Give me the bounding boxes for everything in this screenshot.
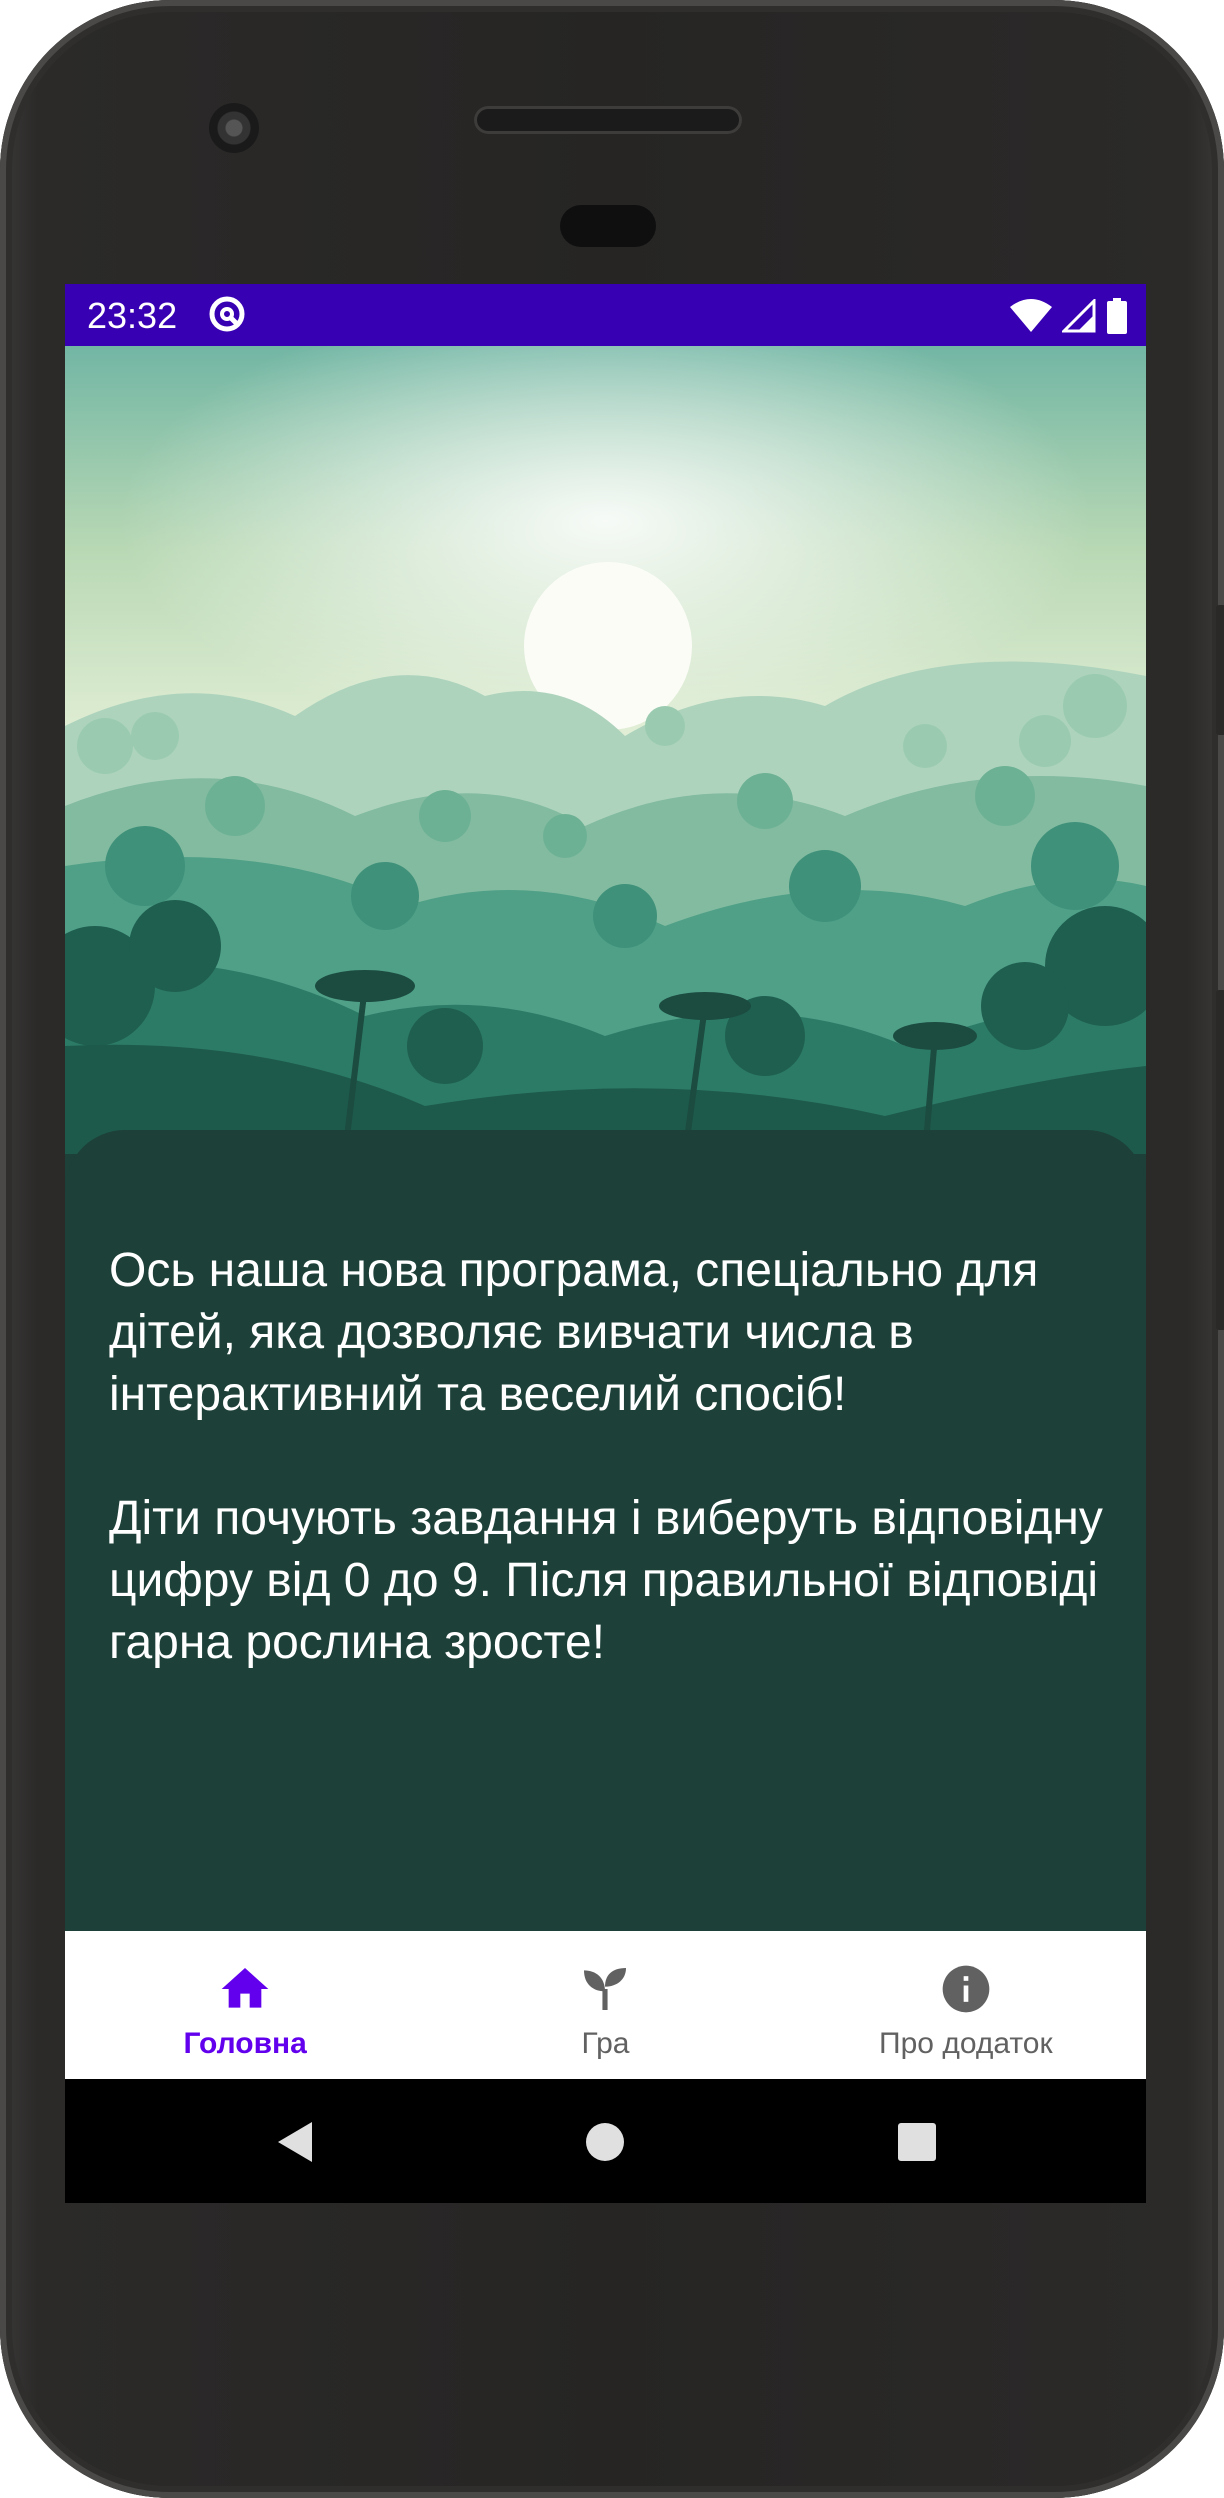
back-icon[interactable] — [270, 2117, 320, 2167]
signal-icon — [1062, 299, 1096, 333]
nav-item-about[interactable]: Про додаток — [786, 1931, 1146, 2079]
proximity-sensor — [560, 205, 656, 247]
home-circle-icon[interactable] — [580, 2117, 630, 2167]
wifi-icon — [1010, 299, 1052, 332]
power-button — [1216, 605, 1224, 735]
status-time: 23:32 — [87, 295, 178, 336]
nav-item-home[interactable]: Головна — [65, 1931, 425, 2079]
at-sign-icon — [209, 296, 245, 332]
volume-buttons — [1216, 990, 1224, 1330]
system-navigation-bar — [65, 2079, 1146, 2203]
home-icon — [221, 1968, 269, 2008]
description-paragraph-2: Діти почують завдання і виберуть відпові… — [109, 1492, 1103, 1669]
nav-label-about: Про додаток — [879, 2027, 1053, 2060]
description-paragraph-1: Ось наша нова програма, спеціально для д… — [109, 1244, 1039, 1421]
recents-icon[interactable] — [892, 2117, 942, 2167]
info-icon — [942, 1965, 990, 2013]
status-bar: 23:32 — [65, 284, 1146, 346]
sprout-icon — [584, 1968, 627, 2010]
hero-landscape-image — [65, 346, 1146, 1154]
nav-label-home: Головна — [183, 2027, 307, 2060]
nav-item-game[interactable]: Гра — [425, 1931, 785, 2079]
app-screen: 23:32 Ось наша нова програма, спеціально… — [65, 284, 1146, 2203]
front-camera — [209, 103, 259, 153]
phone-frame: 23:32 Ось наша нова програма, спеціально… — [0, 0, 1224, 2498]
battery-icon — [1107, 298, 1127, 334]
earpiece-speaker — [474, 106, 742, 134]
bottom-navigation: Головна Гра Про додаток — [65, 1931, 1146, 2079]
nav-label-game: Гра — [581, 2027, 630, 2060]
